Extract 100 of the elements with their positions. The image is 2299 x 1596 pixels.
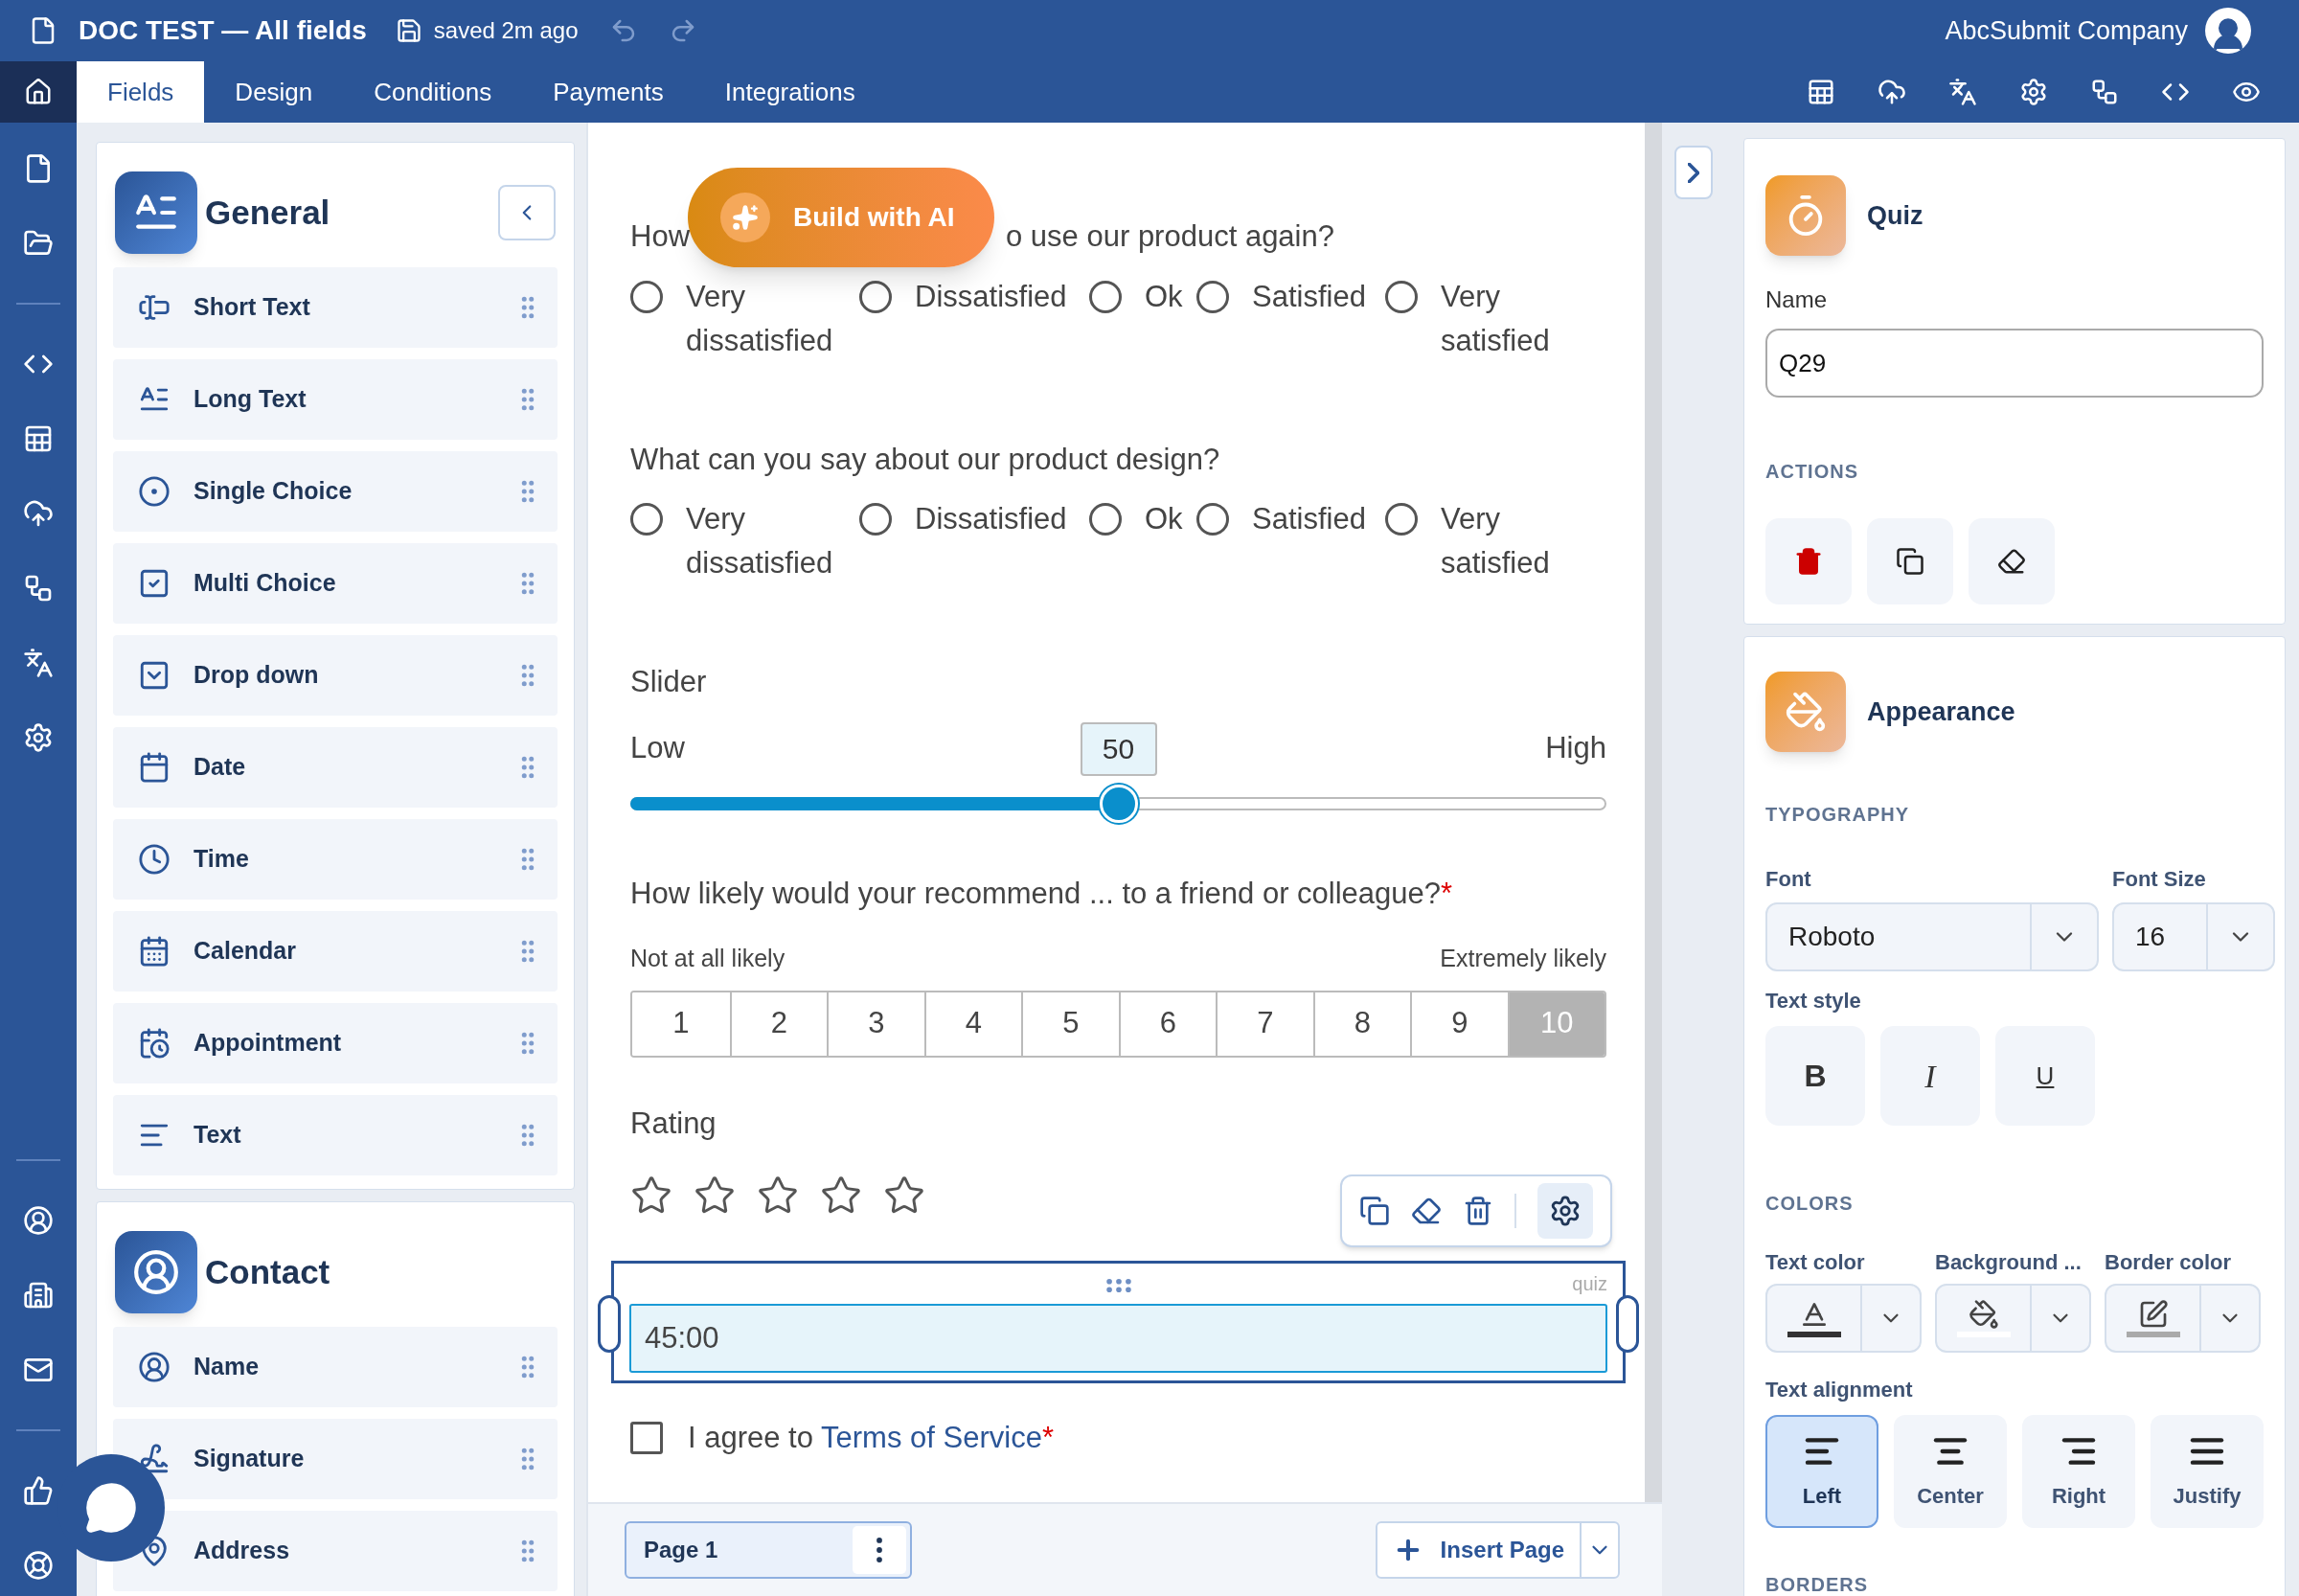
alignment-button[interactable]: Center [1894,1415,2007,1528]
avatar-icon[interactable] [2205,8,2251,54]
clear-button[interactable] [1969,518,2055,604]
field-type-item[interactable]: Single Choice [113,451,558,532]
workflow-icon[interactable] [2090,78,2119,106]
more-button[interactable] [853,1526,906,1574]
slider-label: Slider [630,664,707,700]
translate-icon[interactable] [23,648,54,678]
user-icon[interactable] [23,1205,54,1236]
checkbox[interactable] [630,1422,663,1455]
color-picker[interactable] [1935,1284,2091,1353]
settings-icon[interactable] [23,722,54,753]
field-type-item[interactable]: Long Text [113,359,558,440]
translate-icon[interactable] [1948,78,1977,106]
rating-label: Rating [630,1105,717,1142]
text-style-button[interactable]: U [1995,1026,2095,1126]
option-label: Satisfied [1252,501,1367,537]
radio-button[interactable] [1089,280,1122,313]
radio-button[interactable] [630,503,663,536]
radio-button[interactable] [859,503,892,536]
more-icon [876,1538,882,1562]
radio-button[interactable] [1196,503,1229,536]
radio-button[interactable] [1196,280,1229,313]
resize-handle[interactable] [598,1295,621,1353]
user-icon [115,1231,197,1313]
field-type-item[interactable]: Signature [113,1419,558,1499]
alignment-button[interactable]: Justify [2151,1415,2264,1528]
expand-button[interactable] [1673,146,1713,199]
copy-icon [1896,547,1924,576]
radio-icon [138,475,171,508]
field-label: Font Size [2112,866,2206,893]
delete-button[interactable] [1765,518,1852,604]
eraser-icon[interactable] [1411,1196,1442,1226]
field-type-item[interactable]: Calendar [113,911,558,992]
radio-button[interactable] [1385,503,1418,536]
radio-button[interactable] [630,280,663,313]
option-label: Satisfied [1252,278,1367,315]
field-type-item[interactable]: Date [113,727,558,808]
table-icon[interactable] [1807,78,1835,106]
settings-icon[interactable] [2019,78,2048,106]
cloud-save-icon[interactable] [1878,78,1906,106]
question-text: How [630,218,690,255]
nav-tab[interactable]: Integrations [694,61,886,123]
resize-handle[interactable] [1616,1295,1639,1353]
field-type-item[interactable]: Time [113,819,558,900]
alignment-button[interactable]: Right [2022,1415,2135,1528]
slider-track[interactable] [630,783,1606,824]
delete-icon[interactable] [1463,1196,1493,1226]
field-type-item[interactable]: Text [113,1095,558,1175]
field-type-item[interactable]: Appointment [113,1003,558,1083]
duplicate-button[interactable] [1867,518,1953,604]
field-type-item[interactable]: Multi Choice [113,543,558,624]
thumbs-up-icon[interactable] [23,1475,54,1506]
group-title: Contact [205,1251,330,1292]
radio-button[interactable] [1385,280,1418,313]
account-name[interactable]: AbcSubmit Company [1945,11,2188,51]
nav-tab[interactable]: Payments [522,61,694,123]
field-label: Text color [1765,1249,1865,1276]
field-type-item[interactable]: Short Text [113,267,558,348]
chat-bubble-icon [84,1481,138,1535]
settings-button[interactable] [1537,1183,1593,1239]
color-picker[interactable] [1765,1284,1922,1353]
selected-field-frame[interactable]: quiz 45:00 [611,1261,1626,1383]
alignment-button[interactable]: Left [1765,1415,1878,1528]
home-button[interactable] [0,61,77,123]
nav-tab[interactable]: Fields [77,61,205,123]
clock-icon [138,843,171,876]
name-field[interactable]: Q29 [1765,329,2264,398]
nav-tab[interactable]: Design [204,61,344,123]
scrollbar[interactable] [1645,123,1662,1502]
terms-link[interactable]: Terms of Service [821,1421,1042,1454]
color-picker[interactable] [2105,1284,2261,1353]
nav-tab[interactable]: Conditions [343,61,523,123]
table-icon[interactable] [23,423,54,454]
font-size-select[interactable]: 16 [2112,902,2275,971]
option-label: Ok [1145,278,1184,315]
question-text: What can you say about our product design? [630,441,1220,478]
text-style-button[interactable]: B [1765,1026,1865,1126]
quiz-timer-field[interactable]: 45:00 [629,1304,1607,1373]
cloud-save-icon[interactable] [23,498,54,529]
radio-button[interactable] [1089,503,1122,536]
field-label: Text alignment [1765,1377,1913,1403]
checkbox-icon [138,567,171,600]
page-tab[interactable]: Page 1 [625,1521,912,1579]
workflow-icon[interactable] [23,573,54,604]
lifebuoy-icon[interactable] [23,1550,54,1581]
field-type-item[interactable]: Name [113,1327,558,1407]
text-style-button[interactable]: I [1880,1026,1980,1126]
card-title: Appearance [1867,695,2015,728]
copy-icon[interactable] [1359,1196,1390,1226]
slider-thumb[interactable] [1099,784,1138,823]
building-icon[interactable] [23,1280,54,1311]
radio-button[interactable] [859,280,892,313]
field-type-item[interactable]: Drop down [113,635,558,716]
eraser-icon [1997,547,2026,576]
field-tag: quiz [1572,1269,1607,1298]
font-select[interactable]: Roboto [1765,902,2099,971]
question-text: How likely would your recommend ... to a friend or colleague?* [630,875,1453,912]
field-type-item[interactable]: Address [113,1511,558,1591]
option-label: Ok [1145,501,1184,537]
